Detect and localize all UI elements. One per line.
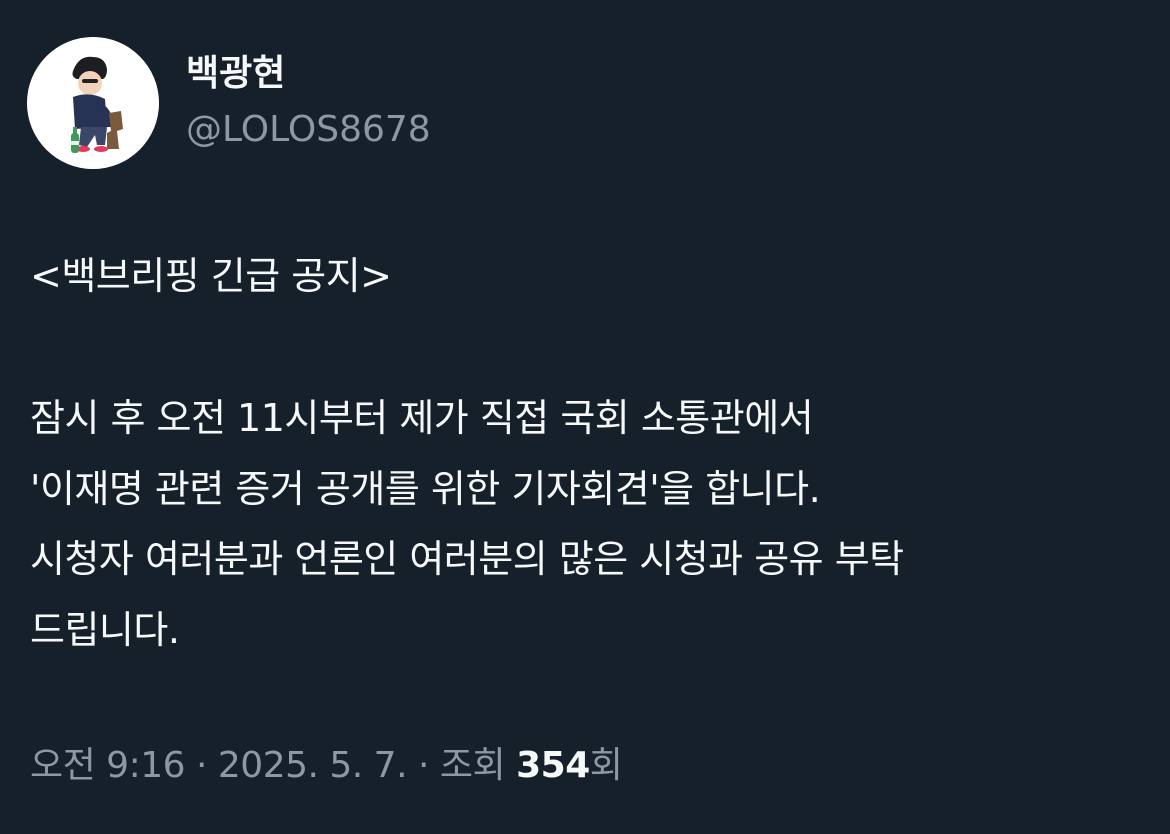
meta-separator: · bbox=[195, 745, 207, 786]
tweet-headline: <백브리핑 긴급 공지> bbox=[30, 254, 392, 298]
post-time[interactable]: 오전 9:16 bbox=[30, 745, 186, 786]
views-label: 조회 bbox=[439, 745, 506, 786]
tweet-card: 백광현 @LOLOS8678 <백브리핑 긴급 공지> 잠시 후 오전 11시부… bbox=[0, 0, 1170, 834]
avatar[interactable] bbox=[27, 37, 159, 169]
tweet-text-line: 드립니다. bbox=[30, 608, 180, 652]
tweet-text-line: 잠시 후 오전 11시부터 제가 직접 국회 소통관에서 bbox=[30, 396, 814, 440]
avatar-illustration-icon bbox=[27, 37, 159, 169]
views-count[interactable]: 354 bbox=[516, 745, 590, 786]
views-suffix: 회 bbox=[589, 745, 623, 786]
tweet-text-line: '이재명 관련 증거 공개를 위한 기자회견'을 합니다. bbox=[30, 467, 821, 511]
display-name[interactable]: 백광현 bbox=[186, 50, 285, 98]
tweet-meta: 오전 9:16 · 2025. 5. 7. · 조회 354회 bbox=[30, 736, 623, 796]
post-date[interactable]: 2025. 5. 7. bbox=[218, 745, 408, 786]
meta-separator: · bbox=[418, 745, 429, 786]
user-handle[interactable]: @LOLOS8678 bbox=[186, 106, 431, 154]
tweet-text-line: 시청자 여러분과 언론인 여러분의 많은 시청과 공유 부탁 bbox=[30, 537, 904, 581]
